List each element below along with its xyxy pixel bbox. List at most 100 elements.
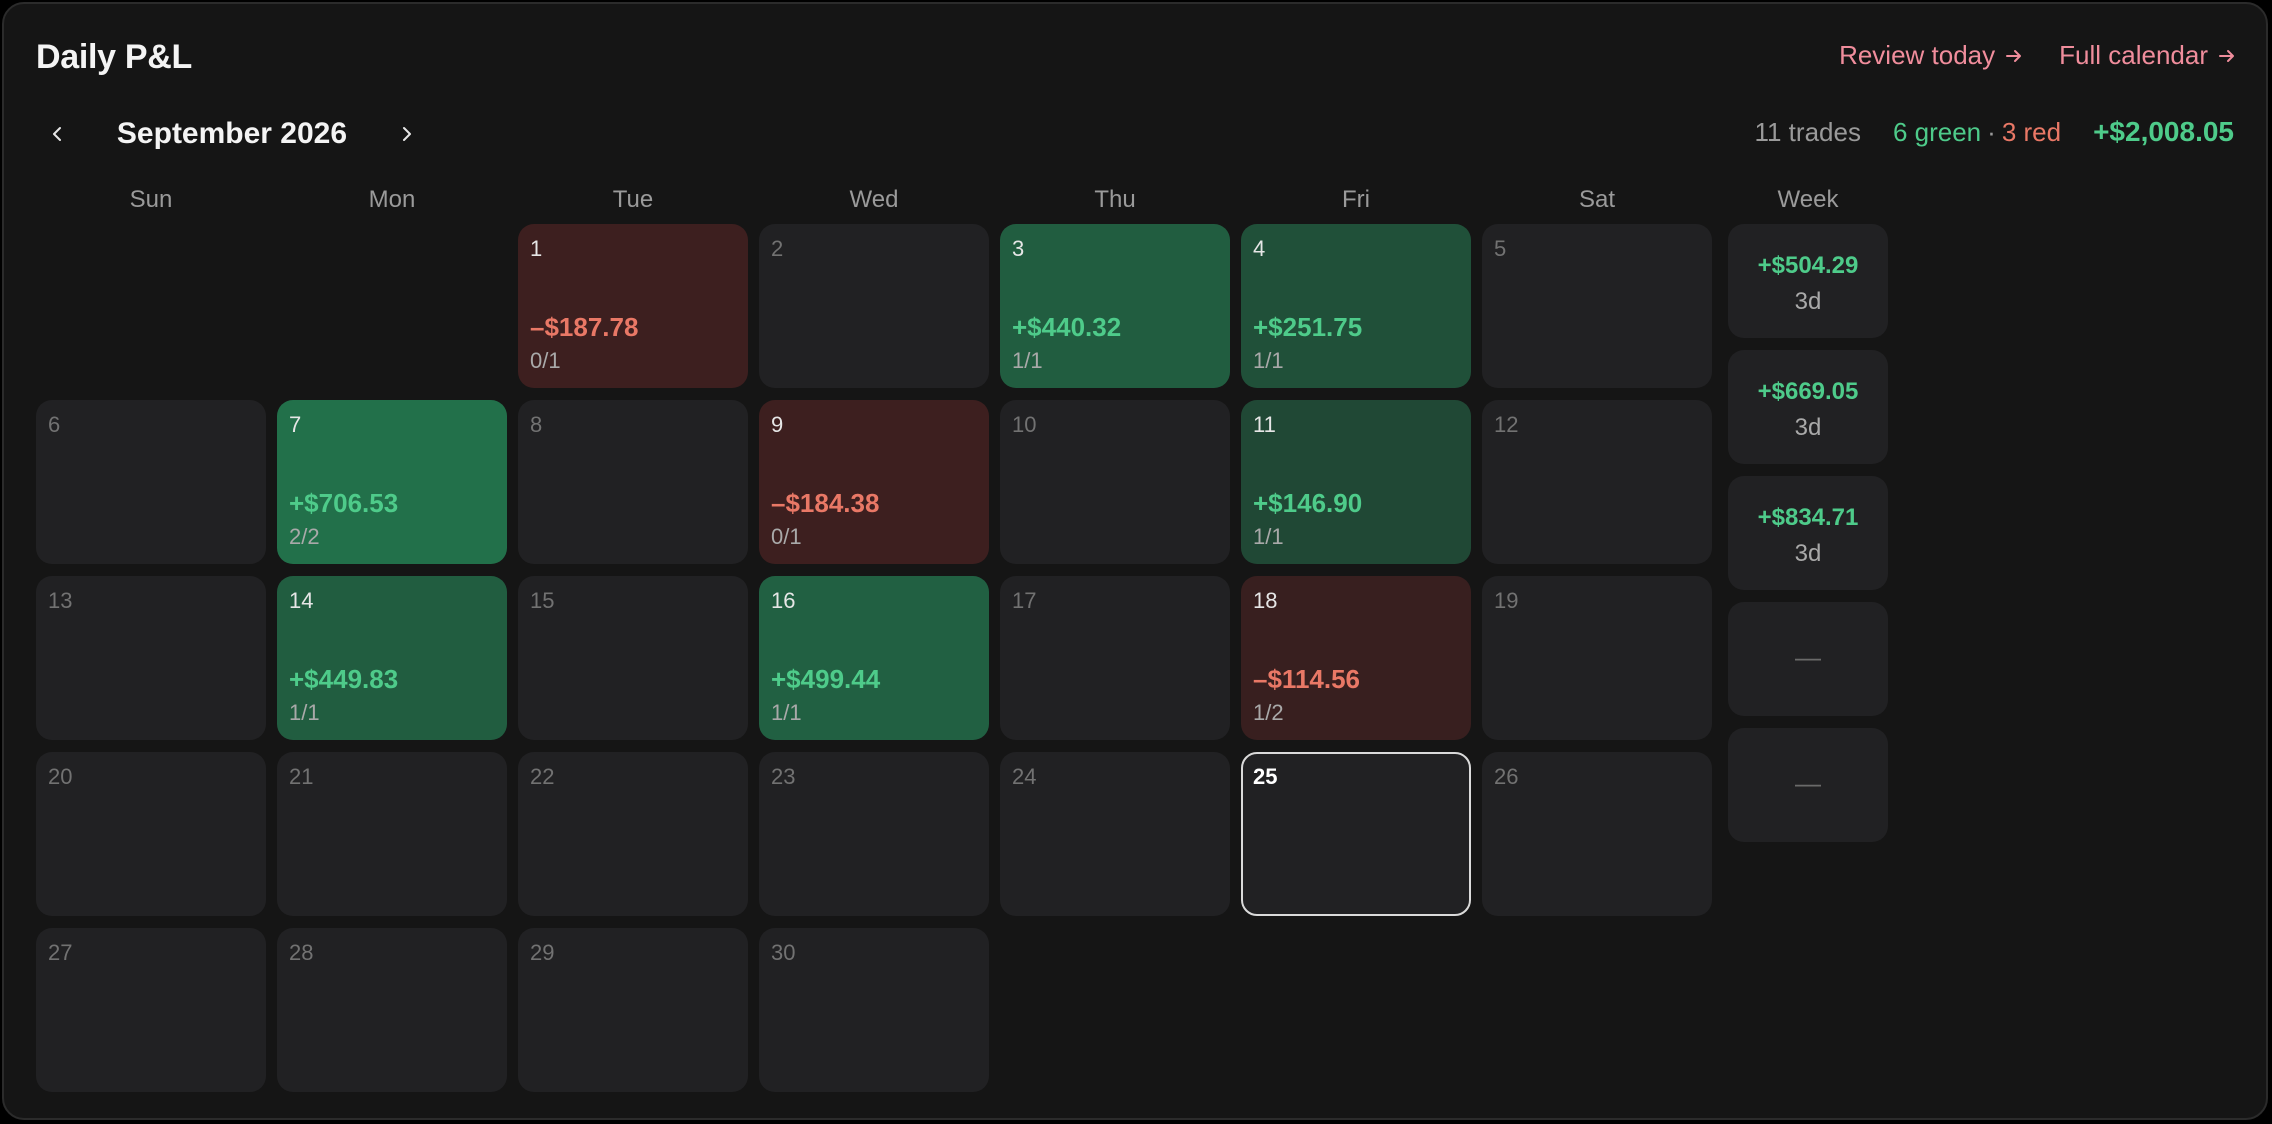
day-cell-22[interactable]: 22 [518, 752, 748, 916]
day-cell-7[interactable]: 7 +$706.53 2/2 [277, 400, 507, 564]
day-cell-11[interactable]: 11 +$146.90 1/1 [1241, 400, 1471, 564]
header-links: Review today Full calendar [1839, 40, 2236, 71]
day-win-ratio: 1/1 [771, 700, 802, 725]
day-cell-10[interactable]: 10 [1000, 400, 1230, 564]
chevron-left-icon [53, 127, 61, 141]
weekday-wed: Wed [849, 186, 899, 213]
day-number: 19 [1494, 588, 1519, 613]
week-pnl: +$834.71 [1757, 504, 1859, 531]
day-number: 12 [1494, 412, 1519, 437]
week-empty-dash: — [1795, 768, 1821, 798]
weekday-sat: Sat [1578, 186, 1616, 213]
day-pnl: –$114.56 [1253, 664, 1361, 694]
day-number: 29 [530, 940, 555, 965]
day-cell-28[interactable]: 28 [277, 928, 507, 1092]
day-pnl: +$440.32 [1012, 312, 1122, 342]
day-cell-4[interactable]: 4 +$251.75 1/1 [1241, 224, 1471, 388]
day-number: 15 [530, 588, 555, 613]
month-total-pnl: +$2,008.05 [2093, 116, 2234, 147]
day-pnl: –$187.78 [530, 312, 639, 342]
day-number: 18 [1253, 588, 1278, 613]
day-cell-17[interactable]: 17 [1000, 576, 1230, 740]
day-number: 21 [289, 764, 314, 789]
week-total-2: +$669.05 3d [1728, 350, 1888, 464]
day-number: 3 [1012, 236, 1025, 261]
day-cell-19[interactable]: 19 [1482, 576, 1712, 740]
week-trading-days: 3d [1794, 414, 1822, 441]
day-win-ratio: 2/2 [289, 524, 320, 549]
day-cell-16[interactable]: 16 +$499.44 1/1 [759, 576, 989, 740]
weekday-fri: Fri [1342, 186, 1370, 213]
day-cell-1[interactable]: 1 –$187.78 0/1 [518, 224, 748, 388]
day-number: 28 [289, 940, 314, 965]
summary-separator: · [1987, 117, 1996, 147]
chevron-right-icon [403, 127, 411, 141]
green-day-count: 6 green [1892, 117, 1982, 147]
day-number: 27 [48, 940, 73, 965]
weekday-tue: Tue [612, 186, 654, 213]
day-cell-24[interactable]: 24 [1000, 752, 1230, 916]
day-win-ratio: 1/1 [1253, 348, 1284, 373]
previous-month-button[interactable] [36, 112, 80, 156]
day-number: 14 [289, 588, 314, 613]
full-calendar-link[interactable]: Full calendar [2059, 40, 2236, 71]
pnl-calendar-panel: Daily P&L Review today Full calendar Sep… [2, 2, 2268, 1120]
month-summary: 11 trades 6 green · 3 red +$2,008.05 [1754, 116, 2234, 148]
day-number: 25 [1253, 764, 1278, 789]
next-month-button[interactable] [384, 112, 428, 156]
day-win-ratio: 0/1 [530, 348, 561, 373]
day-number: 10 [1012, 412, 1037, 437]
day-cell-25[interactable]: 25 [1241, 752, 1471, 916]
day-cell-2[interactable]: 2 [759, 224, 989, 388]
day-number: 17 [1012, 588, 1037, 613]
day-cell-23[interactable]: 23 [759, 752, 989, 916]
day-win-ratio: 1/1 [289, 700, 320, 725]
day-cell-14[interactable]: 14 +$449.83 1/1 [277, 576, 507, 740]
day-cell-20[interactable]: 20 [36, 752, 266, 916]
weekday-sun: Sun [129, 186, 173, 213]
day-pnl: +$499.44 [771, 664, 881, 694]
day-pnl: +$706.53 [289, 488, 399, 518]
day-cell-29[interactable]: 29 [518, 928, 748, 1092]
day-cell-8[interactable]: 8 [518, 400, 748, 564]
day-number: 11 [1253, 412, 1276, 437]
day-number: 2 [771, 236, 784, 261]
day-cell-27[interactable]: 27 [36, 928, 266, 1092]
day-cell-12[interactable]: 12 [1482, 400, 1712, 564]
review-today-link[interactable]: Review today [1839, 40, 2023, 71]
day-cell-6[interactable]: 6 [36, 400, 266, 564]
day-cell-13[interactable]: 13 [36, 576, 266, 740]
day-pnl: –$184.38 [771, 488, 880, 518]
day-number: 9 [771, 412, 784, 437]
month-navigator: September 2026 [36, 112, 428, 156]
day-win-ratio: 1/1 [1253, 524, 1284, 549]
week-total-3: +$834.71 3d [1728, 476, 1888, 590]
day-cell-5[interactable]: 5 [1482, 224, 1712, 388]
trade-count: 11 trades [1754, 117, 1861, 147]
day-number: 8 [530, 412, 543, 437]
day-number: 22 [530, 764, 555, 789]
day-cell-26[interactable]: 26 [1482, 752, 1712, 916]
day-number: 1 [530, 236, 543, 261]
day-cell-9[interactable]: 9 –$184.38 0/1 [759, 400, 989, 564]
panel-title: Daily P&L [36, 38, 193, 76]
full-calendar-label: Full calendar [2059, 40, 2208, 70]
day-cell-18[interactable]: 18 –$114.56 1/2 [1241, 576, 1471, 740]
week-total-1: +$504.29 3d [1728, 224, 1888, 338]
day-cell-30[interactable]: 30 [759, 928, 989, 1092]
day-number: 5 [1494, 236, 1507, 261]
day-win-ratio: 1/2 [1253, 700, 1284, 725]
day-win-ratio: 1/1 [1012, 348, 1043, 373]
day-number: 24 [1012, 764, 1037, 789]
day-number: 4 [1253, 236, 1266, 261]
week-empty-dash: — [1795, 642, 1821, 672]
day-number: 23 [771, 764, 796, 789]
day-cell-15[interactable]: 15 [518, 576, 748, 740]
arrow-right-icon [2006, 49, 2022, 62]
arrow-right-icon [2219, 49, 2234, 62]
week-trading-days: 3d [1794, 288, 1822, 315]
day-cell-3[interactable]: 3 +$440.32 1/1 [1000, 224, 1230, 388]
weekday-thu: Thu [1094, 186, 1136, 213]
week-column-header: Week [1777, 186, 1839, 213]
day-cell-21[interactable]: 21 [277, 752, 507, 916]
